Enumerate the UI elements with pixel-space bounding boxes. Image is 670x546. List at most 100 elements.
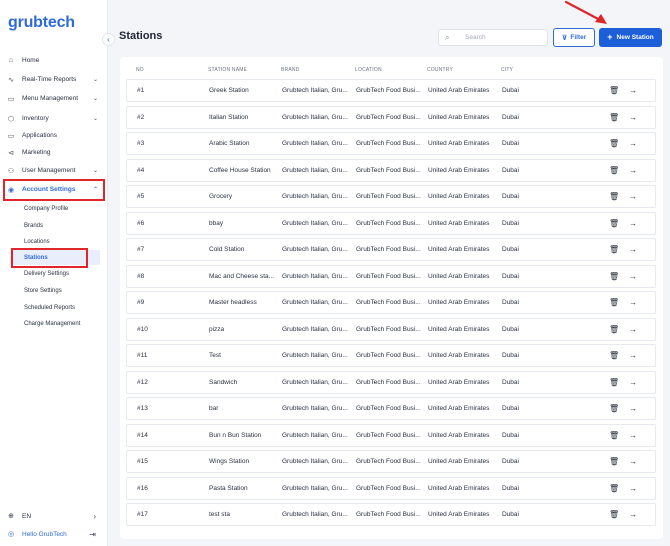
sidebar-item-inventory[interactable]: ⬡ Inventory ⌄ bbox=[0, 110, 108, 127]
cell-brand: Grubtech Italian, Gru... bbox=[282, 511, 348, 518]
sidebar-item-real-time-reports[interactable]: ∿ Real-Time Reports ⌄ bbox=[0, 71, 108, 88]
table-row[interactable]: #3 Arabic Station Grubtech Italian, Gru...… bbox=[126, 132, 656, 155]
sidebar-item-user-management[interactable]: ⚇ User Management ⌄ bbox=[0, 162, 108, 179]
trash-icon[interactable]: 🗑 bbox=[609, 404, 619, 413]
cell-city: Dubai bbox=[502, 405, 519, 412]
cell-station-name: Cold Station bbox=[209, 246, 245, 253]
cell-city: Dubai bbox=[502, 299, 519, 306]
sidebar-item-marketing[interactable]: ⊲ Marketing bbox=[0, 144, 108, 161]
arrow-right-icon[interactable]: → bbox=[629, 86, 637, 95]
user-profile[interactable]: ◎ Hello GrubTech ⇥ bbox=[0, 527, 108, 541]
arrow-right-icon[interactable]: → bbox=[629, 219, 637, 228]
table-row[interactable]: #10 pizza Grubtech Italian, Gru... GrubTech… bbox=[126, 317, 656, 341]
sidebar-subitem-brands[interactable]: Brands bbox=[10, 218, 100, 233]
table-row[interactable]: #12 Sandwich Grubtech Italian, Gru... GrubT… bbox=[126, 370, 656, 394]
annotation-box-account-settings bbox=[3, 179, 105, 201]
trash-icon[interactable]: 🗑 bbox=[609, 484, 619, 493]
arrow-right-icon[interactable]: → bbox=[629, 484, 637, 493]
table-row[interactable]: #2 Italian Station Grubtech Italian, Gru..… bbox=[126, 105, 656, 129]
arrow-right-icon[interactable]: → bbox=[629, 325, 637, 334]
cell-brand: Grubtech Italian, Gru... bbox=[282, 246, 348, 253]
cell-brand: Grubtech Italian, Gru... bbox=[282, 113, 348, 121]
trash-icon[interactable]: 🗑 bbox=[609, 510, 619, 519]
grubtech-logo[interactable]: grubtech bbox=[8, 14, 75, 32]
sidebar-item-applications[interactable]: ▭ Applications bbox=[0, 127, 108, 144]
sidebar-item-label: Inventory bbox=[22, 115, 49, 122]
cell-country: United Arab Emirates bbox=[428, 166, 490, 174]
new-station-button[interactable]: + New Station bbox=[599, 28, 662, 47]
sidebar-item-home[interactable]: ⌂ Home bbox=[0, 52, 108, 69]
cell-city: Dubai bbox=[502, 431, 519, 439]
sidebar-subitem-scheduled-reports[interactable]: Scheduled Reports bbox=[10, 300, 100, 315]
cell-station-name: Mac and Cheese sta... bbox=[209, 272, 275, 280]
arrow-right-icon[interactable]: → bbox=[629, 298, 637, 307]
arrow-right-icon[interactable]: → bbox=[629, 139, 637, 148]
arrow-right-icon[interactable]: → bbox=[629, 510, 637, 519]
cell-city: Dubai bbox=[502, 458, 519, 465]
cell-city: Dubai bbox=[502, 484, 519, 492]
trash-icon[interactable]: 🗑 bbox=[609, 245, 619, 254]
cell-country: United Arab Emirates bbox=[428, 511, 490, 518]
filter-button[interactable]: ⊽ Filter bbox=[553, 28, 595, 47]
cell-country: United Arab Emirates bbox=[428, 458, 490, 465]
book-icon: ▭ bbox=[7, 95, 15, 103]
arrow-right-icon[interactable]: → bbox=[629, 404, 637, 413]
cell-row-number: #6 bbox=[137, 219, 145, 227]
table-row[interactable]: #6 bbay Grubtech Italian, Gru... GrubTech F… bbox=[126, 211, 656, 235]
cell-location: GrubTech Food Busi... bbox=[356, 325, 421, 333]
arrow-right-icon[interactable]: → bbox=[629, 272, 637, 281]
sidebar-subitem-charge-management[interactable]: Charge Management bbox=[10, 316, 100, 331]
trash-icon[interactable]: 🗑 bbox=[609, 192, 619, 201]
sidebar-item-menu-management[interactable]: ▭ Menu Management ⌄ bbox=[0, 90, 108, 107]
cell-brand: Grubtech Italian, Gru... bbox=[282, 378, 348, 386]
sidebar-subitem-locations[interactable]: Locations bbox=[10, 234, 100, 249]
collapse-sidebar-button[interactable]: ‹ bbox=[102, 33, 115, 46]
table-row[interactable]: #8 Mac and Cheese sta... Grubtech Italian,… bbox=[126, 264, 656, 288]
arrow-right-icon[interactable]: → bbox=[629, 113, 637, 122]
trash-icon[interactable]: 🗑 bbox=[609, 113, 619, 122]
trash-icon[interactable]: 🗑 bbox=[609, 431, 619, 440]
cell-location: GrubTech Food Busi... bbox=[356, 431, 421, 439]
search-input[interactable]: ⌕ Search bbox=[438, 29, 548, 46]
trash-icon[interactable]: 🗑 bbox=[609, 457, 619, 466]
arrow-right-icon[interactable]: → bbox=[629, 351, 637, 360]
sidebar-subitem-delivery-settings[interactable]: Delivery Settings bbox=[10, 266, 100, 281]
table-row[interactable]: #14 Bun n Bun Station Grubtech Italian, Gr… bbox=[126, 423, 656, 447]
table-row[interactable]: #13 bar Grubtech Italian, Gru... GrubTech F… bbox=[126, 397, 656, 420]
cell-station-name: pizza bbox=[209, 325, 225, 333]
trash-icon[interactable]: 🗑 bbox=[609, 298, 619, 307]
arrow-right-icon[interactable]: → bbox=[629, 166, 637, 175]
sidebar-subitem-company-profile[interactable]: Company Profile bbox=[10, 201, 100, 216]
logout-icon[interactable]: ⇥ bbox=[89, 530, 96, 539]
arrow-right-icon[interactable]: → bbox=[629, 245, 637, 254]
trash-icon[interactable]: 🗑 bbox=[609, 219, 619, 228]
trash-icon[interactable]: 🗑 bbox=[609, 272, 619, 281]
cell-city: Dubai bbox=[502, 140, 519, 147]
trash-icon[interactable]: 🗑 bbox=[609, 86, 619, 95]
arrow-right-icon[interactable]: → bbox=[629, 457, 637, 466]
table-row[interactable]: #11 Test Grubtech Italian, Gru... GrubTech … bbox=[126, 344, 656, 367]
table-row[interactable]: #7 Cold Station Grubtech Italian, Gru... Gr… bbox=[126, 238, 656, 261]
arrow-right-icon[interactable]: → bbox=[629, 431, 637, 440]
trash-icon[interactable]: 🗑 bbox=[609, 139, 619, 148]
column-header-brand: BRAND bbox=[281, 67, 300, 73]
table-row[interactable]: #15 Wings Station Grubtech Italian, Gru...… bbox=[126, 450, 656, 473]
sidebar-subitem-store-settings[interactable]: Store Settings bbox=[10, 283, 100, 298]
trash-icon[interactable]: 🗑 bbox=[609, 325, 619, 334]
trash-icon[interactable]: 🗑 bbox=[609, 166, 619, 175]
table-row[interactable]: #9 Master headless Grubtech Italian, Gru..… bbox=[126, 291, 656, 314]
language-selector[interactable]: ⊕ EN › bbox=[0, 509, 108, 523]
table-row[interactable]: #1 Greek Station Grubtech Italian, Gru... G… bbox=[126, 79, 656, 102]
table-row[interactable]: #16 Pasta Station Grubtech Italian, Gru...… bbox=[126, 476, 656, 500]
arrow-right-icon[interactable]: → bbox=[629, 192, 637, 201]
home-icon: ⌂ bbox=[8, 57, 14, 64]
table-row[interactable]: #17 test sta Grubtech Italian, Gru... GrubT… bbox=[126, 503, 656, 526]
table-row[interactable]: #4 Coffee House Station Grubtech Italian, … bbox=[126, 158, 656, 182]
page-title: Stations bbox=[119, 30, 163, 42]
table-row[interactable]: #5 Grocery Grubtech Italian, Gru... GrubTec… bbox=[126, 185, 656, 208]
cell-brand: Grubtech Italian, Gru... bbox=[282, 166, 348, 174]
trash-icon[interactable]: 🗑 bbox=[609, 378, 619, 387]
trash-icon[interactable]: 🗑 bbox=[609, 351, 619, 360]
cell-row-number: #2 bbox=[137, 113, 145, 121]
arrow-right-icon[interactable]: → bbox=[629, 378, 637, 387]
